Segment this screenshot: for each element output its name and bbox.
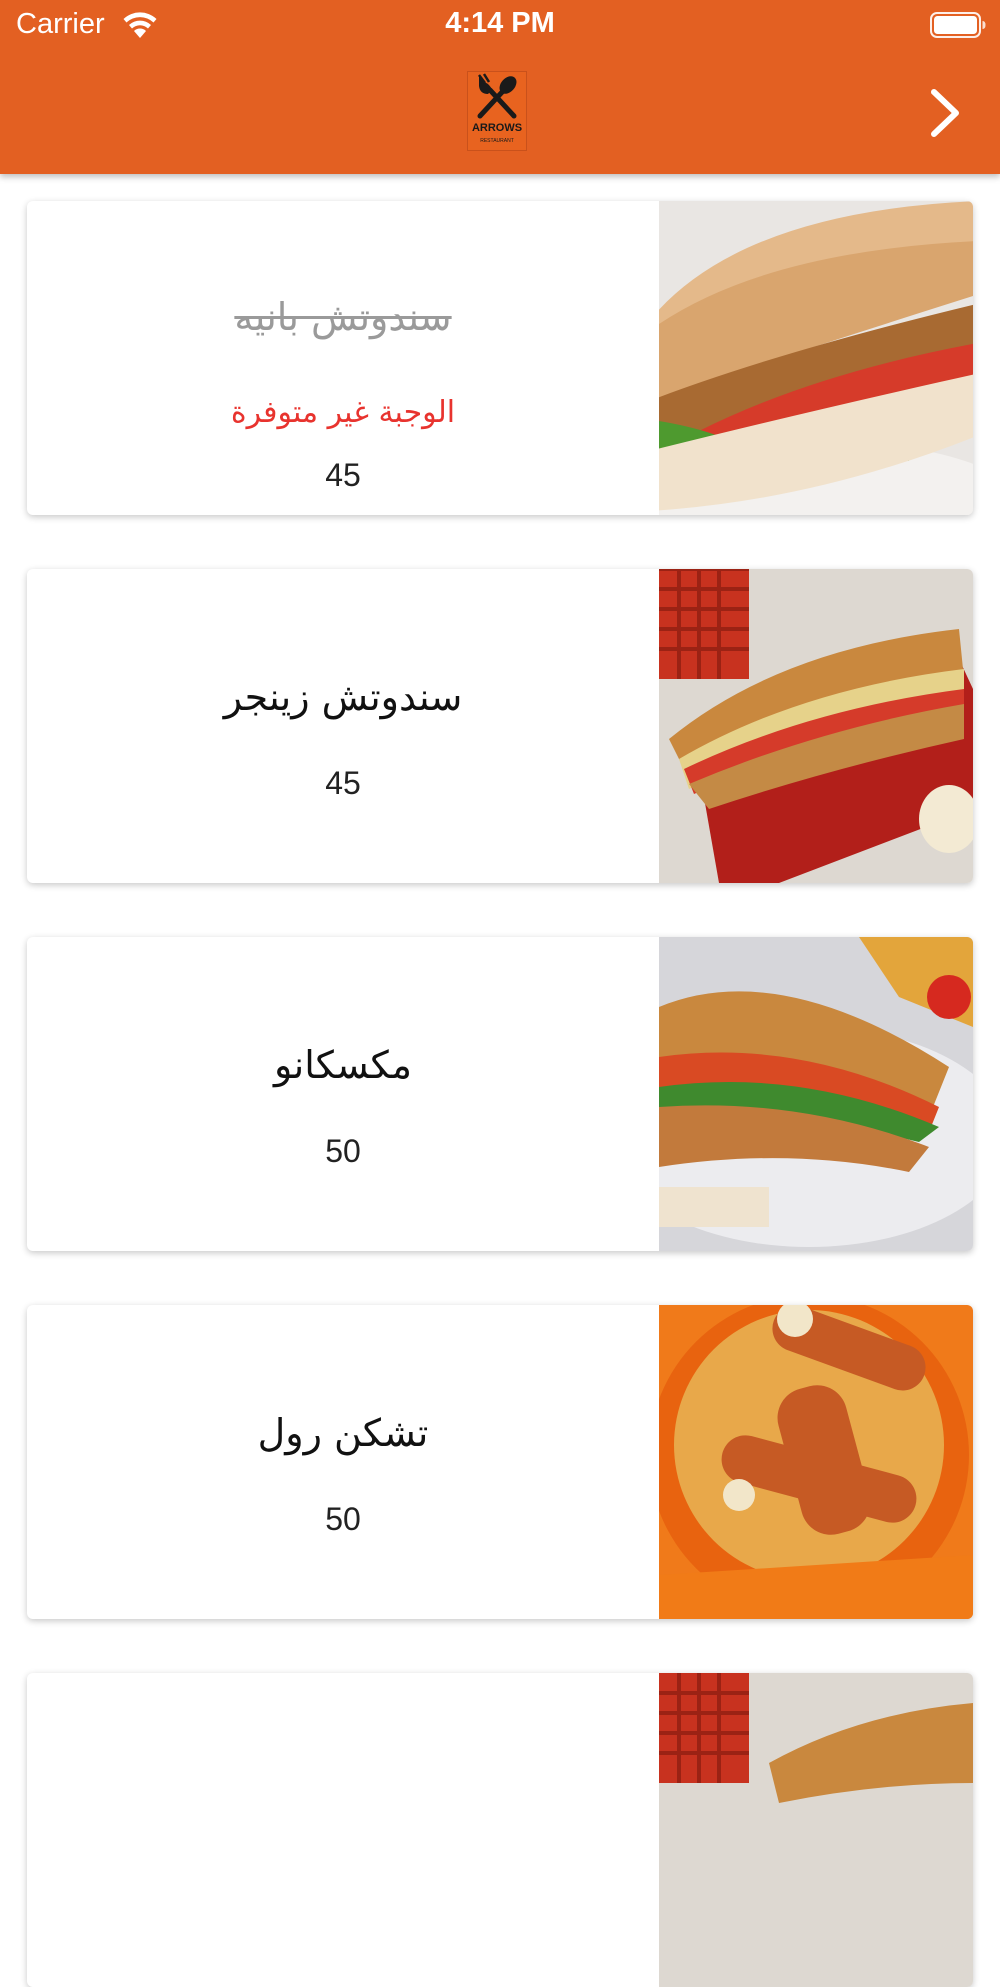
- menu-item-price: 50: [325, 1501, 361, 1537]
- menu-item-price: 45: [325, 457, 361, 493]
- menu-item-info: سندوتش بانيه الوجبة غير متوفرة 45: [27, 201, 659, 515]
- menu-item-info: [27, 1673, 659, 1987]
- menu-item-card[interactable]: تشكن رول 50: [27, 1305, 973, 1619]
- menu-item-price: 50: [325, 1133, 361, 1169]
- menu-item-name: سندوتش زينجر: [223, 675, 463, 719]
- restaurant-logo: ARROWS RESTAURANT: [467, 71, 527, 151]
- menu-item-info: مكسكانو 50: [27, 937, 659, 1251]
- fork-spoon-icon: [477, 73, 517, 119]
- menu-item-photo: [659, 937, 973, 1251]
- menu-item-name: سندوتش بانيه: [234, 295, 452, 339]
- menu-item-photo: [659, 569, 973, 883]
- menu-item-name: مكسكانو: [273, 1043, 412, 1087]
- menu-item-card[interactable]: [27, 1673, 973, 1987]
- status-time: 4:14 PM: [445, 7, 555, 39]
- status-bar: Carrier 4:14 PM: [0, 0, 1000, 50]
- app-header: Carrier 4:14 PM ARROWS RESTAURANT: [0, 0, 1000, 174]
- menu-item-photo: [659, 1673, 973, 1987]
- unavailable-label: الوجبة غير متوفرة: [230, 395, 456, 430]
- chevron-right-icon[interactable]: [926, 88, 966, 138]
- menu-item-info: سندوتش زينجر 45: [27, 569, 659, 883]
- menu-item-photo: [659, 201, 973, 515]
- menu-item-name: تشكن رول: [257, 1411, 429, 1455]
- menu-item-info: تشكن رول 50: [27, 1305, 659, 1619]
- menu-item-card[interactable]: مكسكانو 50: [27, 937, 973, 1251]
- battery-icon: [930, 12, 986, 38]
- logo-wordmark: ARROWS: [471, 122, 523, 134]
- menu-item-price: 45: [325, 765, 361, 801]
- menu-item-card[interactable]: سندوتش زينجر 45: [27, 569, 973, 883]
- logo-subtext: RESTAURANT: [480, 138, 514, 144]
- menu-item-photo: [659, 1305, 973, 1619]
- menu-item-card[interactable]: سندوتش بانيه الوجبة غير متوفرة 45: [27, 201, 973, 515]
- menu-list[interactable]: سندوتش بانيه الوجبة غير متوفرة 45 سندوتش…: [0, 174, 1000, 1987]
